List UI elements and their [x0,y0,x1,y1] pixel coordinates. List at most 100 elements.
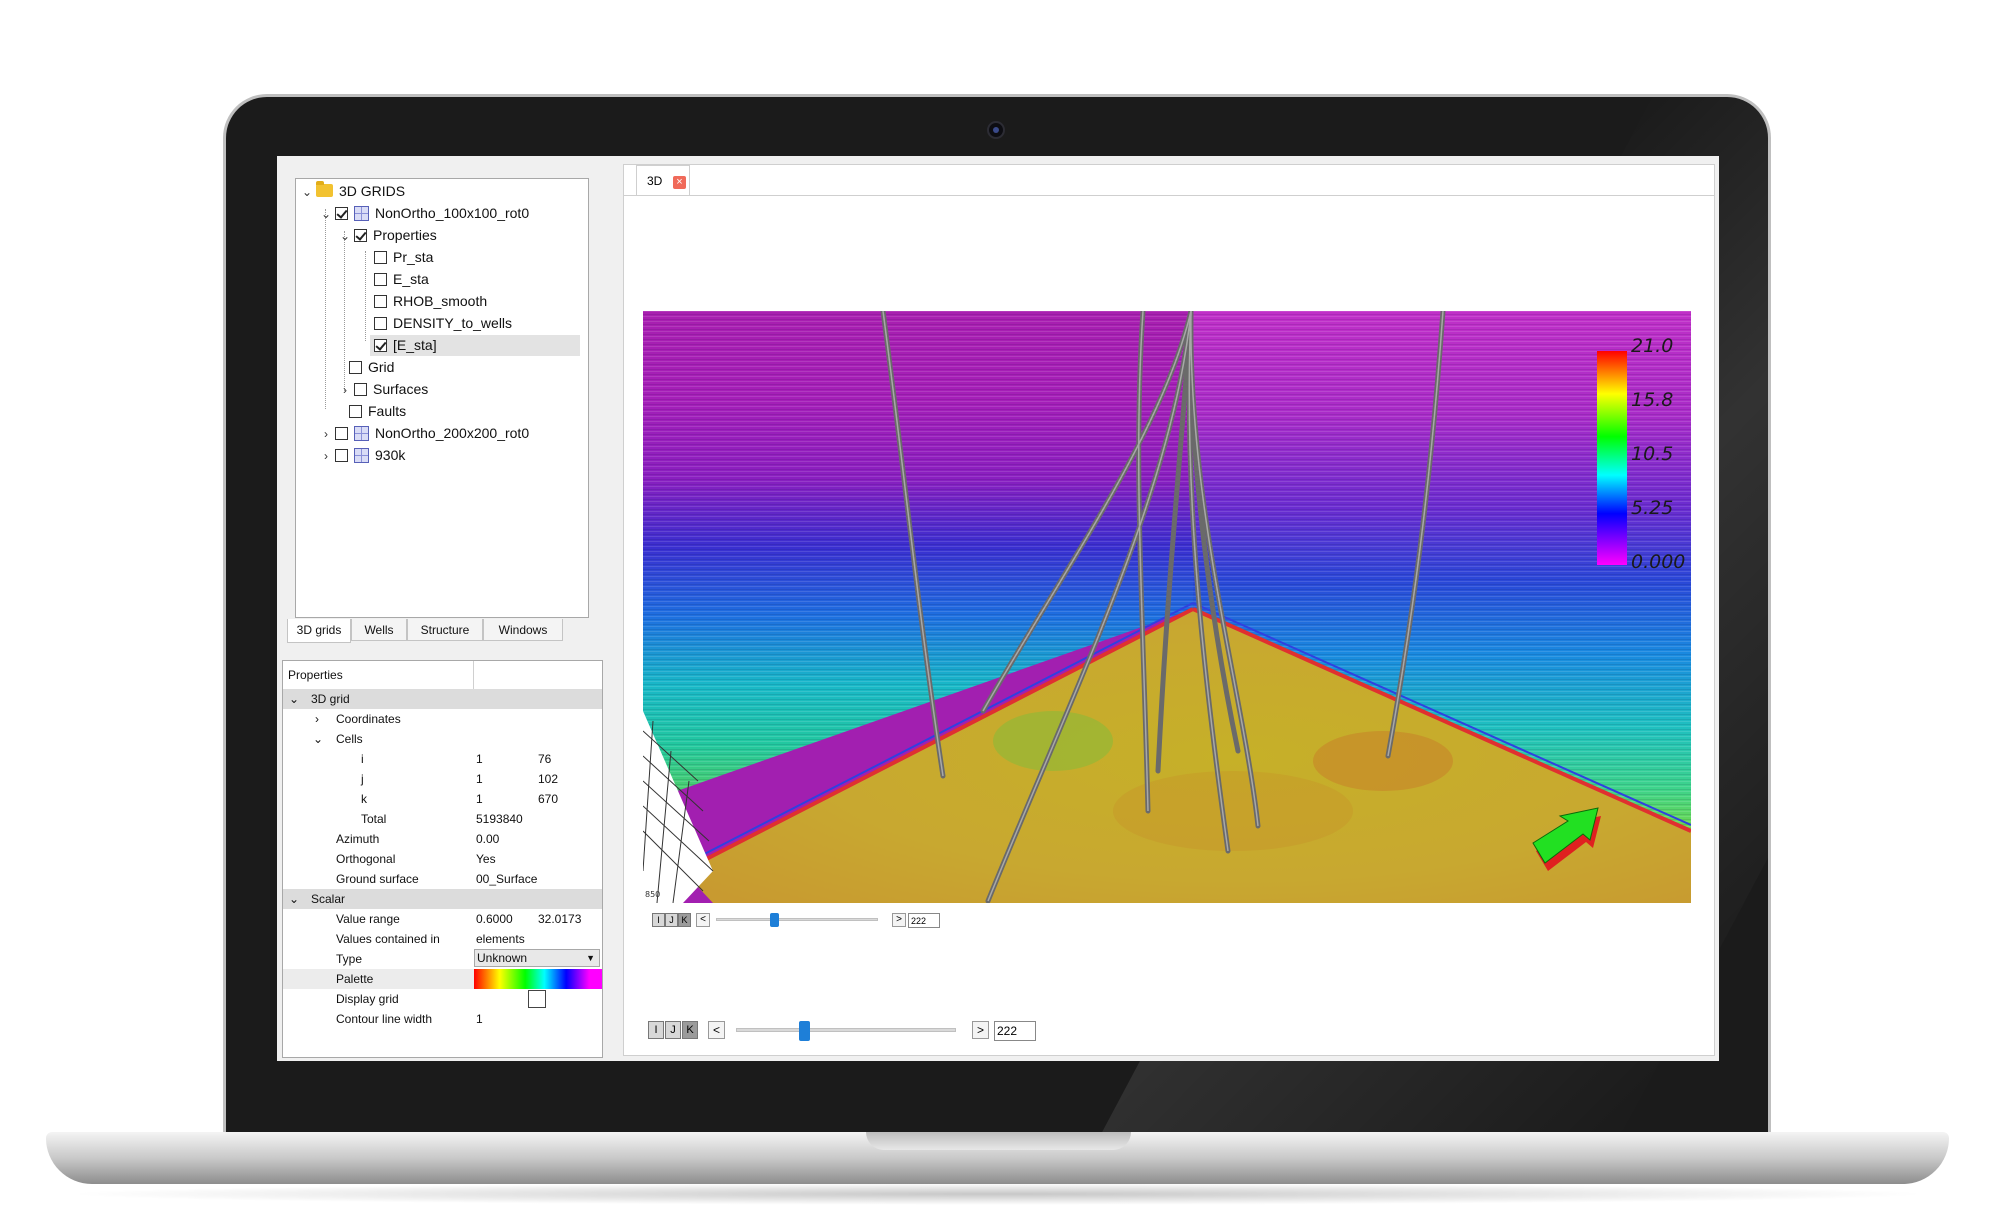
next-slice-button[interactable]: > [892,913,906,927]
chevron-down-icon[interactable]: ⌄ [336,226,354,247]
prop-value: 102 [538,772,559,786]
tree-node-property[interactable]: RHOB_smooth [374,291,487,312]
dropdown-arrow-icon[interactable]: ▼ [586,950,595,967]
tree-node-faults[interactable]: Faults [349,401,406,422]
tree-label: Grid [368,359,395,375]
properties-checkbox[interactable] [354,229,367,242]
type-select-value: Unknown [477,951,528,965]
props-row-display-grid: Display grid [283,989,602,1009]
props-row-cells[interactable]: ⌄ Cells [283,729,602,749]
chevron-down-icon[interactable]: ⌄ [317,204,335,225]
props-header: Properties [283,665,602,685]
surfaces-checkbox[interactable] [354,383,367,396]
chevron-right-icon[interactable]: › [336,380,354,401]
tab-3d-grids[interactable]: 3D grids [287,619,351,643]
grid2-checkbox[interactable] [335,427,348,440]
chevron-down-icon[interactable]: ⌄ [289,889,299,909]
slider-thumb[interactable] [770,913,779,927]
prop-value[interactable]: 1 [476,1009,483,1029]
chevron-right-icon[interactable]: › [317,424,335,445]
props-group-scalar[interactable]: ⌄ Scalar [283,889,602,909]
prop-value: 32.0173 [538,912,582,926]
view-panel: 3D × 850 21.0 15.8 10.5 5.25 0.000 I J K… [623,164,1715,1056]
tab-structure[interactable]: Structure [407,619,483,641]
chevron-down-icon[interactable]: ⌄ [289,689,299,709]
tab-label: 3D [647,174,663,188]
tree-label: E_sta [393,271,429,287]
legend-label: 5.25 [1631,497,1674,519]
grid-tree: ⌄ 3D GRIDS ⌄ NonOrtho_100x100_rot0 ⌄ Proper… [295,178,589,618]
prop-value: 1 [476,792,483,806]
tree-guide [344,231,345,391]
chevron-down-icon[interactable]: ⌄ [298,182,316,203]
tree-node-3d-grids[interactable]: ⌄ 3D GRIDS [298,181,405,202]
tree-node-property[interactable]: DENSITY_to_wells [374,313,512,334]
j-toggle-button[interactable]: J [665,913,678,927]
k-toggle-button[interactable]: K [682,1021,698,1039]
grid-checkbox[interactable] [349,361,362,374]
legend-label: 0.000 [1631,551,1686,573]
grid3-checkbox[interactable] [335,449,348,462]
tree-node-property[interactable]: Pr_sta [374,247,433,268]
property-checkbox[interactable] [374,273,387,286]
tab-3d[interactable]: 3D × [636,165,690,195]
display-grid-checkbox[interactable] [528,990,546,1008]
tree-label: Surfaces [373,381,429,397]
prop-value: Yes [476,852,496,866]
tab-underline [624,195,1714,196]
prev-slice-button[interactable]: < [696,913,710,927]
props-row-azimuth: Azimuth 0.00 [283,829,602,849]
tree-label: DENSITY_to_wells [393,315,513,331]
tree-node-surfaces[interactable]: › Surfaces [336,379,428,400]
faults-checkbox[interactable] [349,405,362,418]
slider-thumb[interactable] [799,1021,810,1041]
prev-slice-button[interactable]: < [708,1021,725,1039]
prop-label: Type [336,952,363,966]
app-window: ⌄ 3D GRIDS ⌄ NonOrtho_100x100_rot0 ⌄ Proper… [277,156,1719,1061]
k-toggle-button[interactable]: K [678,913,691,927]
tree-node-grid[interactable]: Grid [349,357,394,378]
chevron-right-icon[interactable]: › [315,709,319,729]
3d-viewport[interactable]: 850 21.0 15.8 10.5 5.25 0.000 [643,311,1691,903]
prop-label: Display grid [336,992,399,1006]
tree-node-property-selected[interactable]: [E_sta] [370,335,579,356]
tab-windows[interactable]: Windows [483,619,563,641]
props-group-3d-grid[interactable]: ⌄ 3D grid [283,689,602,709]
tree-node-properties[interactable]: ⌄ Properties [336,225,437,246]
folder-icon [316,181,333,197]
property-checkbox[interactable] [374,251,387,264]
prop-label: Ground surface [336,872,419,886]
props-row-j: j 1 102 [283,769,602,789]
tab-wells[interactable]: Wells [351,619,407,641]
tree-guide [365,251,366,341]
property-checkbox[interactable] [374,295,387,308]
next-slice-button[interactable]: > [972,1021,989,1039]
prop-label: Contour line width [336,1012,433,1026]
type-select[interactable]: Unknown ▼ [474,949,600,967]
property-checkbox[interactable] [374,317,387,330]
tree-label: Properties [373,227,437,243]
j-toggle-button[interactable]: J [665,1021,681,1039]
slice-spinbox[interactable]: 222 [994,1021,1036,1041]
tree-node-grid3[interactable]: › 930k [317,445,405,466]
i-toggle-button[interactable]: I [648,1021,664,1039]
i-toggle-button[interactable]: I [652,913,665,927]
props-row-palette: Palette [283,969,602,989]
chevron-down-icon[interactable]: ⌄ [313,729,323,749]
tree-node-grid2[interactable]: › NonOrtho_200x200_rot0 [317,423,529,444]
close-icon[interactable]: × [673,176,686,189]
slice-slider-small: I J K < > 222 [652,913,952,933]
tree-label: [E_sta] [393,337,437,353]
prop-value: elements [476,932,525,946]
tree-node-property[interactable]: E_sta [374,269,429,290]
property-checkbox[interactable] [374,339,387,352]
slider-track[interactable] [716,918,878,921]
props-row-coordinates[interactable]: › Coordinates [283,709,602,729]
prop-value: 1 [476,752,483,766]
chevron-right-icon[interactable]: › [317,446,335,467]
grid1-checkbox[interactable] [335,207,348,220]
slider-track[interactable] [736,1028,956,1032]
slice-spinbox[interactable]: 222 [908,913,940,928]
tree-node-grid1[interactable]: ⌄ NonOrtho_100x100_rot0 [317,203,529,224]
palette-swatch[interactable] [474,969,602,989]
